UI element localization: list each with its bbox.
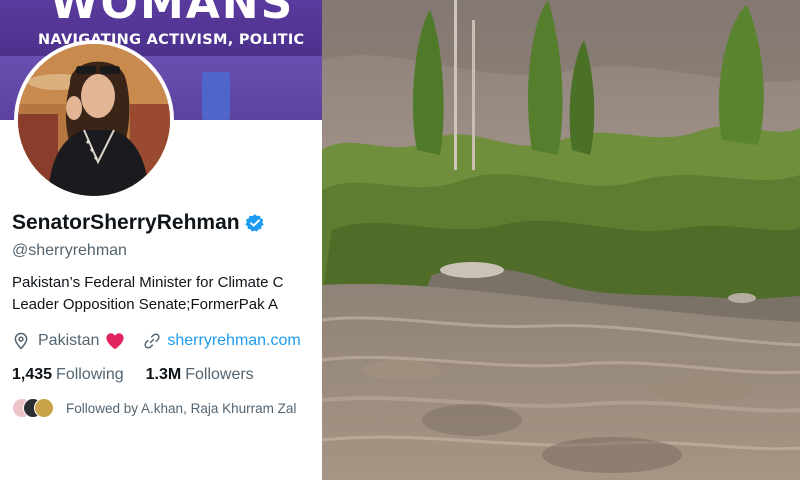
- location-pin-icon: [14, 332, 28, 350]
- followed-by-text: Followed by A.khan, Raja Khurram Zal: [66, 400, 297, 416]
- profile-avatar[interactable]: [14, 40, 174, 200]
- avatar: [34, 398, 54, 418]
- verified-badge-icon[interactable]: [244, 213, 265, 233]
- avatar-photo: [18, 44, 170, 196]
- heart-icon: [106, 333, 124, 350]
- followers-count: 1.3M: [145, 366, 182, 383]
- following-link[interactable]: 1,435 Following: [12, 366, 124, 384]
- flood-river-photo: [322, 0, 800, 480]
- followers-label: Followers: [185, 366, 254, 383]
- followers-link[interactable]: 1.3M Followers: [146, 366, 254, 384]
- profile-website-link[interactable]: sherryrehman.com: [167, 332, 300, 350]
- profile-location: Pakistan: [38, 332, 100, 349]
- profile-meta: Pakistan sherryrehman.com: [12, 332, 322, 350]
- profile-card: WOMANS NAVIGATING ACTIVISM, POLITIC Sena…: [0, 0, 322, 480]
- profile-bio: Pakistan’s Federal Minister for Climate …: [12, 272, 322, 316]
- bio-line: Pakistan’s Federal Minister for Climate …: [12, 274, 284, 291]
- river-landscape-image: [322, 0, 800, 480]
- follower-avatars: [12, 398, 56, 418]
- profile-info: SenatorSherryRehman @sherryrehman Pakist…: [12, 208, 322, 418]
- link-icon: [144, 333, 160, 349]
- followed-by-row[interactable]: Followed by A.khan, Raja Khurram Zal: [12, 398, 322, 418]
- following-count: 1,435: [12, 366, 53, 383]
- following-label: Following: [56, 366, 124, 383]
- profile-handle: @sherryrehman: [12, 242, 127, 259]
- follow-counts: 1,435 Following 1.3M Followers: [12, 366, 322, 384]
- banner-title: WOMANS: [50, 0, 295, 29]
- display-name: SenatorSherryRehman: [12, 211, 240, 234]
- banner-chair: [202, 72, 230, 120]
- name-row: SenatorSherryRehman: [12, 208, 322, 238]
- bio-line: Leader Opposition Senate;FormerPak A: [12, 296, 278, 313]
